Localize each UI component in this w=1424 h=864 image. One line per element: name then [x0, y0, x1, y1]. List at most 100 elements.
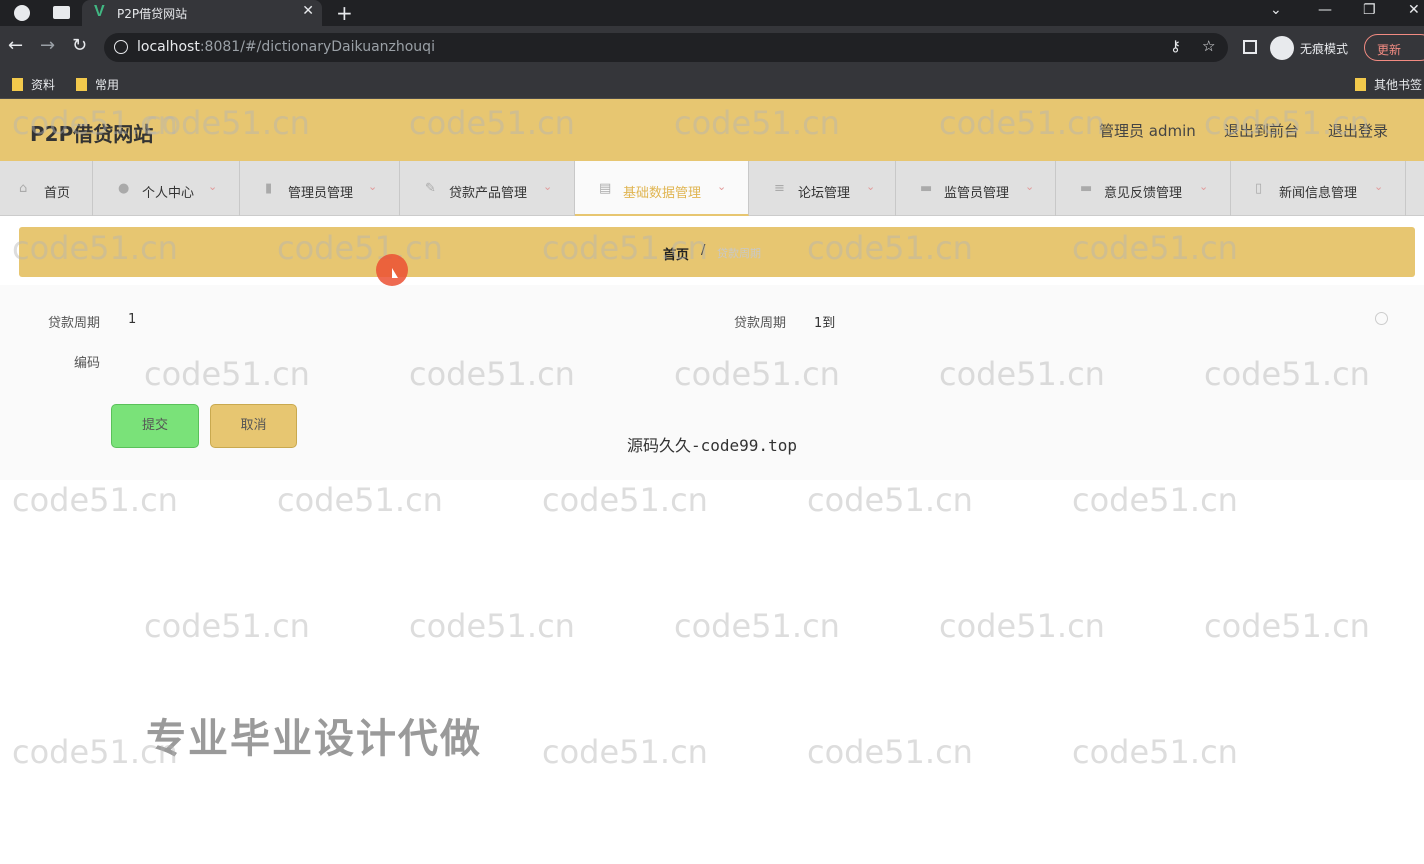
bookmarks-bar: 资料 常用 其他书签 — [0, 69, 1424, 99]
tab-close-icon[interactable]: ✕ — [302, 3, 314, 19]
submit-button[interactable]: 提交 — [111, 404, 199, 448]
reload-icon[interactable]: ↻ — [72, 35, 87, 56]
watermark: code51.cn — [1072, 481, 1238, 519]
nav-item-label: 基础数据管理 — [623, 182, 701, 201]
watermark: code51.cn — [1072, 733, 1238, 771]
new-tab-icon[interactable]: + — [336, 1, 353, 25]
cursor-arrow-icon — [392, 268, 398, 278]
nav-item-personal-center[interactable]: ● 个人中心 ⌄ — [93, 161, 240, 216]
bookmark-folder[interactable]: 资料 — [12, 76, 55, 93]
tab-title: P2P借贷网站 — [117, 5, 187, 22]
clear-input-icon[interactable] — [1375, 312, 1388, 325]
browser-tab[interactable]: V P2P借贷网站 ✕ — [82, 0, 322, 26]
chevron-down-icon: ⌄ — [866, 180, 875, 193]
user-icon: ● — [118, 182, 131, 195]
watermark: code51.cn — [12, 481, 178, 519]
forward-icon[interactable]: → — [40, 35, 55, 56]
url-path: :8081/#/dictionaryDaikuanzhouqi — [200, 39, 435, 55]
bookmark-label: 其他书签 — [1374, 78, 1422, 92]
site-title: P2P借贷网站 — [30, 118, 153, 147]
watermark: code51.cn — [807, 481, 973, 519]
minimize-icon[interactable]: — — [1318, 2, 1332, 18]
tab-list-chevron-icon[interactable]: ⌄ — [1270, 2, 1282, 18]
nav-item-feedback-management[interactable]: ▬ 意见反馈管理 ⌄ — [1056, 161, 1231, 216]
chevron-down-icon: ⌄ — [543, 180, 552, 193]
to-front-link[interactable]: 退出到前台 — [1224, 120, 1299, 141]
nav-item-loan-product-management[interactable]: ✎ 贷款产品管理 ⌄ — [400, 161, 575, 216]
chevron-down-icon: ⌄ — [368, 180, 377, 193]
nav-item-label: 个人中心 — [142, 182, 194, 201]
nav-item-label: 管理员管理 — [288, 182, 353, 201]
list-icon: ▤ — [599, 182, 612, 195]
url-host: localhost — [137, 39, 200, 55]
cursor-highlight — [376, 254, 408, 286]
close-window-icon[interactable]: ✕ — [1408, 2, 1420, 18]
key-icon[interactable]: ⚷ — [1170, 37, 1181, 55]
watermark: code51.cn — [144, 607, 310, 645]
message-icon: ▬ — [1080, 182, 1093, 195]
browser-tabstrip: V P2P借贷网站 ✕ + ⌄ — ❐ ✕ — [0, 0, 1424, 26]
chevron-down-icon: ⌄ — [1199, 180, 1208, 193]
bookmark-folder-other[interactable]: 其他书签 — [1355, 76, 1422, 93]
back-icon[interactable]: ← — [8, 35, 23, 56]
breadcrumb-home[interactable]: 首页 — [663, 244, 689, 263]
star-icon[interactable]: ☆ — [1202, 37, 1215, 55]
address-bar: ← → ↻ localhost:8081/#/dictionaryDaikuan… — [0, 26, 1424, 69]
nav-item-label: 贷款产品管理 — [449, 182, 527, 201]
breadcrumb-current: 贷款周期 — [717, 245, 761, 261]
pen-icon: ✎ — [425, 182, 438, 195]
vue-logo-icon: V — [94, 3, 105, 21]
watermark: code51.cn — [807, 733, 973, 771]
nav-item-forum-management[interactable]: ≡ 论坛管理 ⌄ — [749, 161, 896, 216]
site-info-icon[interactable] — [114, 40, 128, 54]
chevron-down-icon: ⌄ — [1025, 180, 1034, 193]
name-field-label: 贷款周期 — [716, 312, 786, 331]
nav-item-label: 监管员管理 — [944, 182, 1009, 201]
nav-item-home[interactable]: ⌂ 首页 — [0, 161, 93, 216]
code-input[interactable]: 1 — [118, 304, 710, 334]
folder-icon — [76, 78, 87, 91]
nav-item-news-management[interactable]: ▯ 新闻信息管理 ⌄ — [1231, 161, 1406, 216]
user-info: 管理员 admin — [1099, 120, 1196, 141]
url-input[interactable]: localhost:8081/#/dictionaryDaikuanzhouqi… — [104, 33, 1228, 62]
code-field-label: 贷款周期 — [30, 312, 100, 331]
bookmark-folder[interactable]: 常用 — [76, 76, 119, 93]
side-panel-icon[interactable] — [1243, 40, 1257, 54]
bookmark-label: 常用 — [95, 78, 119, 92]
bookmark-label: 资料 — [31, 78, 55, 92]
code-field-label-suffix: 编码 — [30, 352, 100, 371]
nav-menu: ⌂ 首页 ● 个人中心 ⌄ ▮ 管理员管理 ⌄ ✎ 贷款产品管理 ⌄ ▤ 基础数… — [0, 161, 1424, 216]
logout-link[interactable]: 退出登录 — [1328, 120, 1388, 141]
menu-icon: ≡ — [774, 182, 787, 195]
nav-item-label: 首页 — [44, 182, 70, 201]
nav-item-basic-data-management[interactable]: ▤ 基础数据管理 ⌄ — [575, 161, 749, 216]
source-caption: 源码久久-code99.top — [627, 432, 797, 456]
doc-icon: ▯ — [1255, 182, 1268, 195]
monitor-icon: ▬ — [920, 182, 933, 195]
nav-item-supervisor-management[interactable]: ▬ 监管员管理 ⌄ — [896, 161, 1056, 216]
app-header: P2P借贷网站 管理员 admin 退出到前台 退出登录 — [0, 99, 1424, 161]
watermark: code51.cn — [542, 733, 708, 771]
mic-icon: ▮ — [265, 182, 278, 195]
incognito-icon[interactable] — [1270, 36, 1294, 60]
promo-text: 专业毕业设计代做 — [146, 706, 482, 764]
tab-search-icon[interactable] — [53, 6, 70, 19]
watermark: code51.cn — [939, 607, 1105, 645]
nav-item-admin-management[interactable]: ▮ 管理员管理 ⌄ — [240, 161, 400, 216]
cancel-button[interactable]: 取消 — [210, 404, 297, 448]
globe-icon[interactable] — [14, 5, 30, 21]
chevron-down-icon: ⌄ — [717, 180, 726, 193]
name-input[interactable]: 1到 — [804, 304, 1394, 334]
home-icon: ⌂ — [19, 182, 32, 195]
nav-item-label: 意见反馈管理 — [1104, 182, 1182, 201]
breadcrumb-separator: / — [701, 243, 705, 258]
watermark: code51.cn — [1204, 607, 1370, 645]
update-button[interactable]: 更新 — [1364, 34, 1424, 61]
chevron-down-icon: ⌄ — [208, 180, 217, 193]
url-text: localhost:8081/#/dictionaryDaikuanzhouqi — [137, 39, 435, 55]
breadcrumb: 首页 / 贷款周期 — [19, 227, 1415, 277]
nav-item-label: 论坛管理 — [798, 182, 850, 201]
profile-label: 无痕模式 — [1300, 40, 1348, 57]
restore-icon[interactable]: ❐ — [1363, 2, 1376, 18]
watermark: code51.cn — [542, 481, 708, 519]
